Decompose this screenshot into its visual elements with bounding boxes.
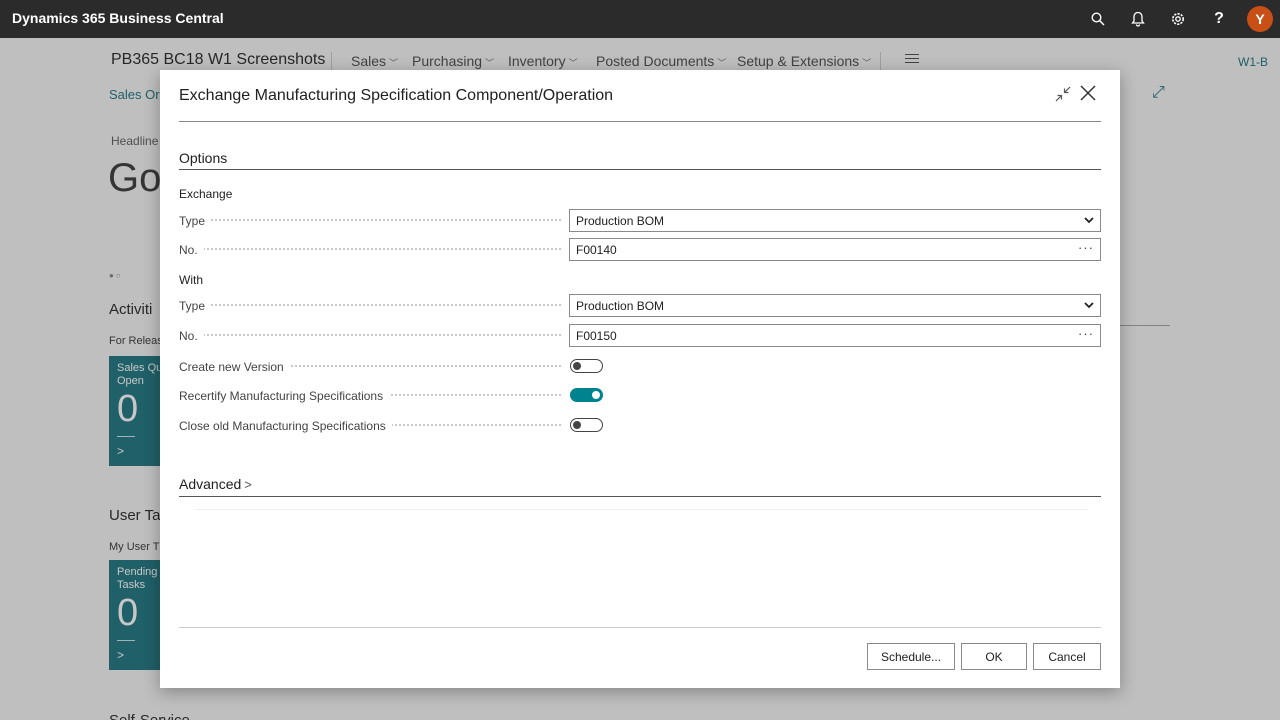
with-group-label: With	[179, 273, 203, 287]
recertify-row: Recertify Manufacturing Specifications	[179, 384, 1101, 408]
options-section-title[interactable]: Options	[179, 150, 227, 166]
chevron-right-icon: >	[244, 477, 252, 492]
footer-divider	[179, 627, 1101, 628]
close-old-row: Close old Manufacturing Specifications	[179, 414, 1101, 438]
collapse-icon[interactable]	[1054, 85, 1072, 103]
app-bar: Dynamics 365 Business Central ? Y	[0, 0, 1280, 38]
create-new-version-label: Create new Version	[179, 360, 290, 374]
with-no-row: No. F00150 ···	[179, 324, 1101, 348]
section-divider	[179, 496, 1101, 497]
close-icon[interactable]	[1078, 83, 1098, 103]
advanced-section-title[interactable]: Advanced >	[179, 476, 252, 492]
chevron-down-icon	[1082, 298, 1096, 312]
app-title: Dynamics 365 Business Central	[12, 10, 224, 26]
exchange-type-label: Type	[179, 214, 212, 228]
schedule-button[interactable]: Schedule...	[867, 643, 955, 670]
close-old-toggle[interactable]	[570, 418, 603, 432]
ellipsis-icon[interactable]: ···	[1078, 240, 1094, 255]
help-icon[interactable]: ?	[1209, 9, 1229, 29]
search-icon[interactable]	[1088, 9, 1108, 29]
close-old-label: Close old Manufacturing Specifications	[179, 419, 392, 433]
with-type-row: Type Production BOM	[179, 294, 1101, 318]
ok-button[interactable]: OK	[961, 643, 1027, 670]
exchange-no-label: No.	[179, 243, 204, 257]
exchange-no-input[interactable]: F00140 ···	[569, 238, 1101, 261]
exchange-no-row: No. F00140 ···	[179, 238, 1101, 262]
gear-icon[interactable]	[1168, 9, 1188, 29]
bell-icon[interactable]	[1128, 9, 1148, 29]
create-new-version-toggle[interactable]	[570, 359, 603, 373]
with-no-label: No.	[179, 329, 204, 343]
ellipsis-icon[interactable]: ···	[1078, 326, 1094, 341]
exchange-group-label: Exchange	[179, 187, 233, 201]
title-divider	[179, 121, 1101, 122]
exchange-type-select[interactable]: Production BOM	[569, 209, 1101, 232]
chevron-down-icon	[1082, 213, 1096, 227]
create-new-version-row: Create new Version	[179, 355, 1101, 379]
with-type-label: Type	[179, 299, 212, 313]
with-type-select[interactable]: Production BOM	[569, 294, 1101, 317]
dialog-title: Exchange Manufacturing Specification Com…	[179, 87, 614, 104]
exchange-spec-dialog: Exchange Manufacturing Specification Com…	[160, 70, 1120, 688]
recertify-toggle[interactable]	[570, 388, 603, 402]
recertify-label: Recertify Manufacturing Specifications	[179, 389, 390, 403]
cancel-button[interactable]: Cancel	[1033, 643, 1101, 670]
avatar[interactable]: Y	[1247, 6, 1273, 32]
section-divider	[179, 169, 1101, 170]
with-no-input[interactable]: F00150 ···	[569, 324, 1101, 347]
exchange-type-row: Type Production BOM	[179, 209, 1101, 233]
